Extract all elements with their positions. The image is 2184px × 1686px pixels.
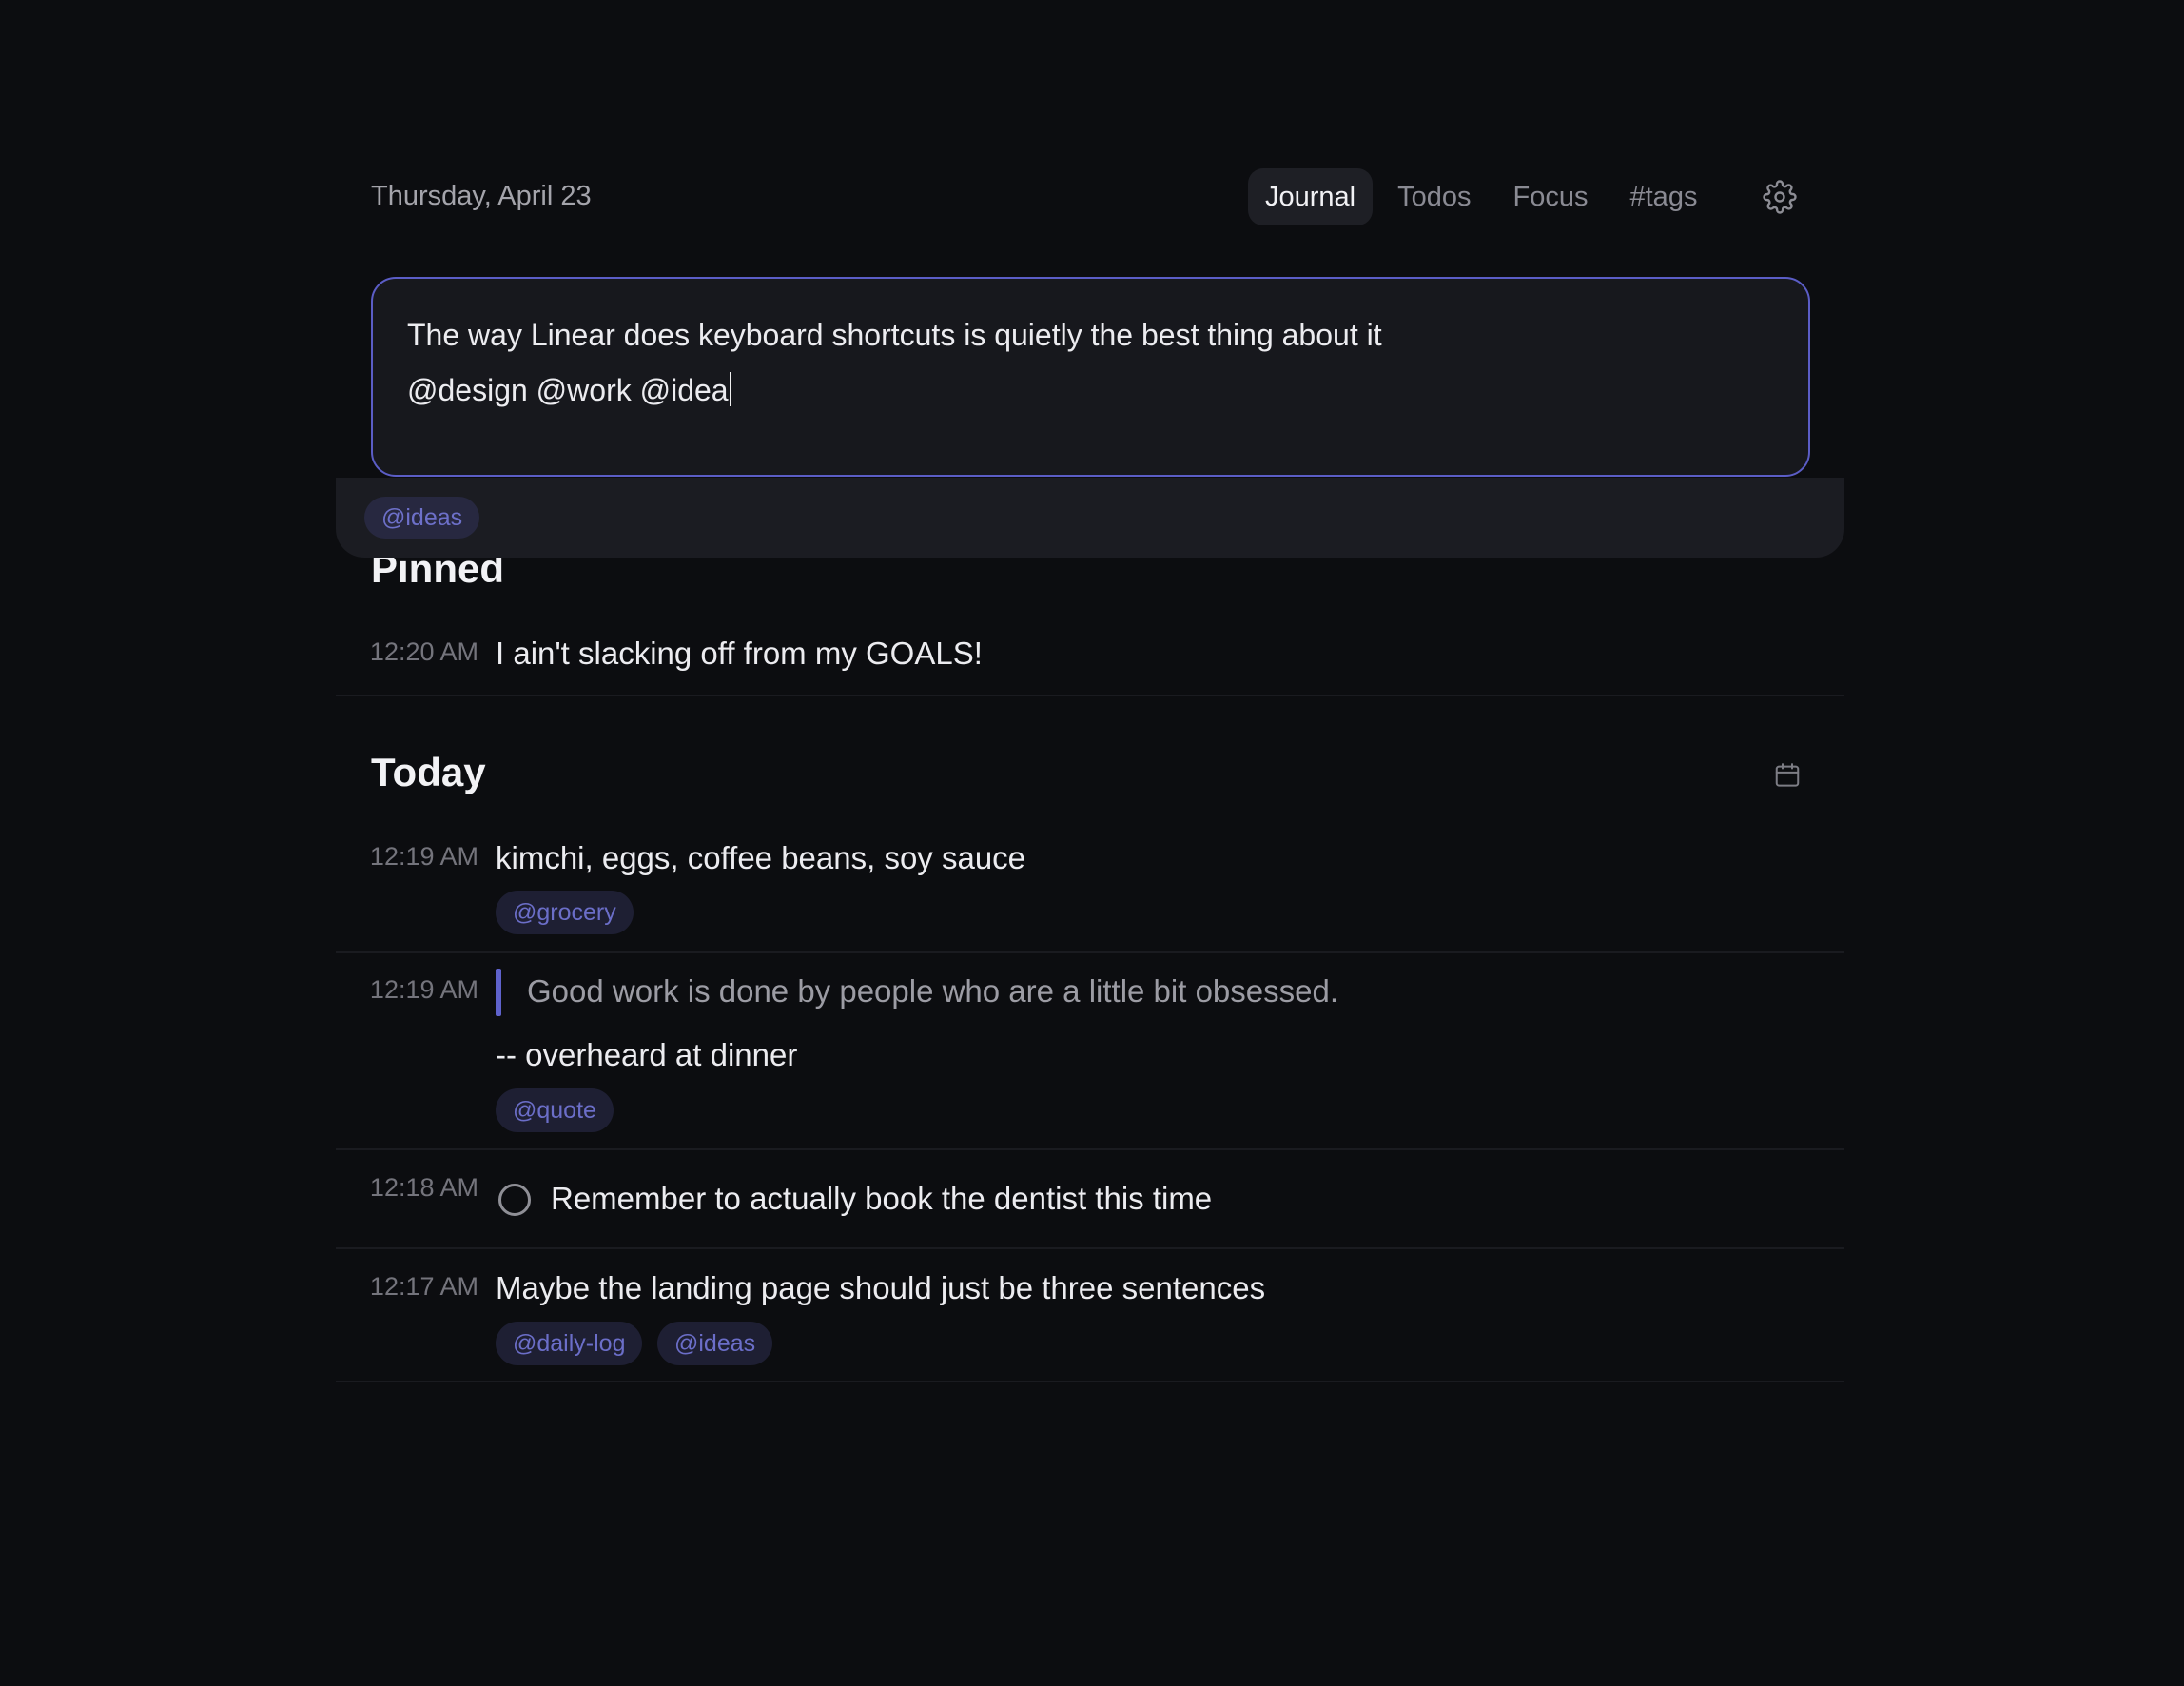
todo-text[interactable]: Remember to actually book the dentist th…	[551, 1181, 1212, 1217]
entry-time: 12:17 AM	[369, 1272, 478, 1301]
divider	[336, 951, 1844, 953]
tag-chip-daily-log[interactable]: @daily-log	[496, 1322, 643, 1365]
tab-focus[interactable]: Focus	[1496, 168, 1606, 225]
tab-journal[interactable]: Journal	[1248, 168, 1374, 225]
entry-text[interactable]: kimchi, eggs, coffee beans, soy sauce	[496, 840, 1025, 876]
divider	[336, 1148, 1844, 1150]
divider	[336, 1247, 1844, 1249]
entry-composer[interactable]: The way Linear does keyboard shortcuts i…	[371, 277, 1810, 477]
tag-chip-quote[interactable]: @quote	[496, 1088, 614, 1132]
calendar-icon[interactable]	[1773, 761, 1802, 790]
composer-line-1: The way Linear does keyboard shortcuts i…	[407, 318, 1382, 352]
quote-bar	[496, 969, 501, 1016]
main-nav: Journal Todos Focus #tags	[1248, 168, 1722, 225]
journal-app: Thursday, April 23 Journal Todos Focus #…	[0, 0, 2184, 1686]
entry-time: 12:19 AM	[369, 975, 478, 1004]
tag-chip-ideas[interactable]: @ideas	[657, 1322, 773, 1365]
tag-suggestion-ideas[interactable]: @ideas	[364, 497, 480, 539]
composer-line-2: @design @work @idea	[407, 363, 1774, 418]
text-caret	[729, 372, 731, 406]
today-heading: Today	[371, 750, 486, 794]
pinned-entry-text[interactable]: I ain't slacking off from my GOALS!	[496, 636, 983, 672]
divider	[336, 695, 1844, 696]
quote-text[interactable]: Good work is done by people who are a li…	[527, 973, 1338, 1010]
tag-chip-grocery[interactable]: @grocery	[496, 891, 634, 934]
tab-tags[interactable]: #tags	[1613, 168, 1715, 225]
todo-checkbox[interactable]	[498, 1184, 531, 1216]
current-date: Thursday, April 23	[371, 181, 592, 211]
gear-icon[interactable]	[1763, 180, 1797, 214]
composer-line-2-text: @design @work @idea	[407, 373, 729, 407]
divider	[336, 1381, 1844, 1382]
entry-text[interactable]: -- overheard at dinner	[496, 1037, 797, 1073]
entry-time: 12:19 AM	[369, 842, 478, 871]
entry-time: 12:20 AM	[369, 637, 478, 666]
entry-time: 12:18 AM	[369, 1173, 478, 1202]
tab-todos[interactable]: Todos	[1380, 168, 1488, 225]
tag-suggestion-dropdown: @ideas	[336, 478, 1844, 558]
entry-text[interactable]: Maybe the landing page should just be th…	[496, 1270, 1265, 1306]
